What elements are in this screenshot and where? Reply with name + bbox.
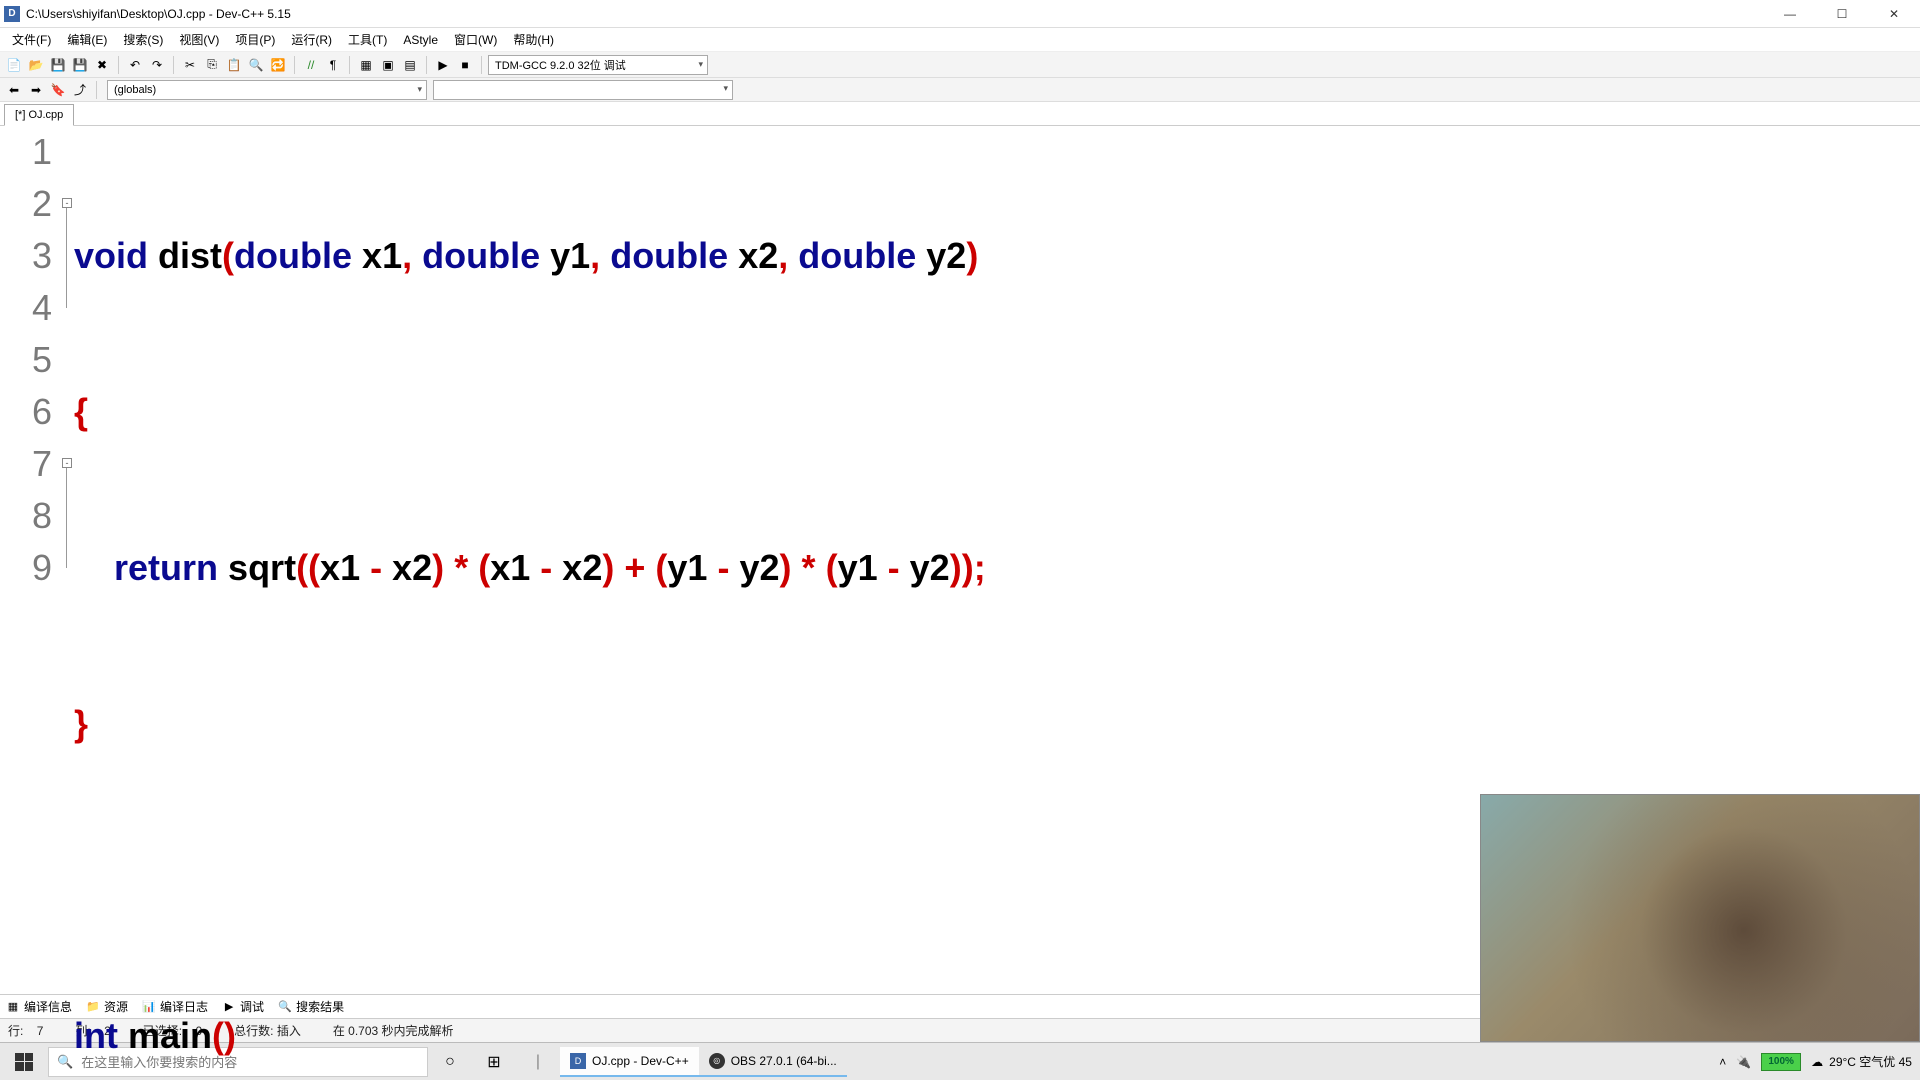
bookmark-icon[interactable]: 🔖 xyxy=(48,80,68,100)
code-line[interactable]: { xyxy=(74,386,1920,438)
copy-icon[interactable]: ⎘ xyxy=(202,55,222,75)
find-icon[interactable]: 🔍 xyxy=(246,55,266,75)
paste-icon[interactable]: 📋 xyxy=(224,55,244,75)
menu-window[interactable]: 窗口(W) xyxy=(446,29,505,50)
code-line[interactable]: void dist(double x1, double y1, double x… xyxy=(74,230,1920,282)
redo-icon[interactable]: ↷ xyxy=(147,55,167,75)
toolbar-separator xyxy=(96,81,97,99)
code-line[interactable]: return sqrt((x1 - x2) * (x1 - x2) + (y1 … xyxy=(74,542,1920,594)
close-file-icon[interactable]: ✖ xyxy=(92,55,112,75)
undo-icon[interactable]: ↶ xyxy=(125,55,145,75)
replace-icon[interactable]: 🔁 xyxy=(268,55,288,75)
uncomment-icon[interactable]: ¶ xyxy=(323,55,343,75)
maximize-button[interactable]: ☐ xyxy=(1828,4,1856,24)
member-select[interactable] xyxy=(433,80,733,100)
webcam-overlay xyxy=(1480,794,1920,1042)
status-row: 行: 7 xyxy=(8,1022,43,1039)
fold-toggle-icon[interactable]: - xyxy=(62,458,72,468)
nav-fwd-icon[interactable]: ➡ xyxy=(26,80,46,100)
nav-back-icon[interactable]: ⬅ xyxy=(4,80,24,100)
cut-icon[interactable]: ✂ xyxy=(180,55,200,75)
tab-compile-info[interactable]: ▦ 编译信息 xyxy=(6,998,72,1015)
window-title: C:\Users\shiyifan\Desktop\OJ.cpp - Dev-C… xyxy=(26,7,1776,21)
line-number-gutter: 1 2 3 4 5 6 7 8 9 xyxy=(0,126,62,994)
scope-select[interactable]: (globals) xyxy=(107,80,427,100)
save-all-icon[interactable]: 💾 xyxy=(70,55,90,75)
menu-run[interactable]: 运行(R) xyxy=(283,29,340,50)
toolbar-separator xyxy=(349,56,350,74)
toolbar-separator xyxy=(118,56,119,74)
compiler-select[interactable]: TDM-GCC 9.2.0 32位 调试 xyxy=(488,55,708,75)
menu-help[interactable]: 帮助(H) xyxy=(505,29,562,50)
line-number: 4 xyxy=(0,282,52,334)
comment-icon[interactable]: // xyxy=(301,55,321,75)
menu-edit[interactable]: 编辑(E) xyxy=(59,29,115,50)
start-button[interactable] xyxy=(0,1043,48,1080)
debug-start-icon[interactable]: ▶ xyxy=(433,55,453,75)
debug-stop-icon[interactable]: ■ xyxy=(455,55,475,75)
toolbar-separator xyxy=(173,56,174,74)
line-number: 1 xyxy=(0,126,52,178)
grid-icon: ▦ xyxy=(6,1000,20,1014)
compile-run-icon[interactable]: ▤ xyxy=(400,55,420,75)
line-number: 5 xyxy=(0,334,52,386)
line-number: 2 xyxy=(0,178,52,230)
line-number: 8 xyxy=(0,490,52,542)
app-icon: D xyxy=(4,6,20,22)
menu-bar: 文件(F) 编辑(E) 搜索(S) 视图(V) 项目(P) 运行(R) 工具(T… xyxy=(0,28,1920,52)
line-number: 7 xyxy=(0,438,52,490)
toolbar-scope: ⬅ ➡ 🔖 ⤴ (globals) xyxy=(0,78,1920,102)
open-file-icon[interactable]: 📂 xyxy=(26,55,46,75)
file-tab-oj-cpp[interactable]: [*] OJ.cpp xyxy=(4,104,74,126)
new-file-icon[interactable]: 📄 xyxy=(4,55,24,75)
menu-view[interactable]: 视图(V) xyxy=(171,29,227,50)
menu-project[interactable]: 项目(P) xyxy=(227,29,283,50)
line-number: 6 xyxy=(0,386,52,438)
line-number: 3 xyxy=(0,230,52,282)
compile-icon[interactable]: ▦ xyxy=(356,55,376,75)
menu-file[interactable]: 文件(F) xyxy=(4,29,59,50)
tab-label: 编译信息 xyxy=(24,998,72,1015)
fold-guide xyxy=(66,468,67,568)
toolbar-separator xyxy=(294,56,295,74)
window-titlebar: D C:\Users\shiyifan\Desktop\OJ.cpp - Dev… xyxy=(0,0,1920,28)
editor-tabstrip: [*] OJ.cpp xyxy=(0,102,1920,126)
menu-astyle[interactable]: AStyle xyxy=(395,31,446,49)
windows-logo-icon xyxy=(15,1053,33,1071)
code-line[interactable]: } xyxy=(74,698,1920,750)
minimize-button[interactable]: — xyxy=(1776,4,1804,24)
fold-guide xyxy=(66,208,67,308)
fold-column: - - xyxy=(62,126,74,994)
line-number: 9 xyxy=(0,542,52,594)
menu-search[interactable]: 搜索(S) xyxy=(115,29,171,50)
toolbar-separator xyxy=(426,56,427,74)
close-button[interactable]: ✕ xyxy=(1880,4,1908,24)
toolbar-separator xyxy=(481,56,482,74)
fold-toggle-icon[interactable]: - xyxy=(62,198,72,208)
menu-tools[interactable]: 工具(T) xyxy=(340,29,395,50)
search-icon: 🔍 xyxy=(57,1054,73,1070)
save-icon[interactable]: 💾 xyxy=(48,55,68,75)
toolbar-main: 📄 📂 💾 💾 ✖ ↶ ↷ ✂ ⎘ 📋 🔍 🔁 // ¶ ▦ ▣ ▤ ▶ ■ T… xyxy=(0,52,1920,78)
run-icon[interactable]: ▣ xyxy=(378,55,398,75)
goto-icon[interactable]: ⤴ xyxy=(70,80,90,100)
